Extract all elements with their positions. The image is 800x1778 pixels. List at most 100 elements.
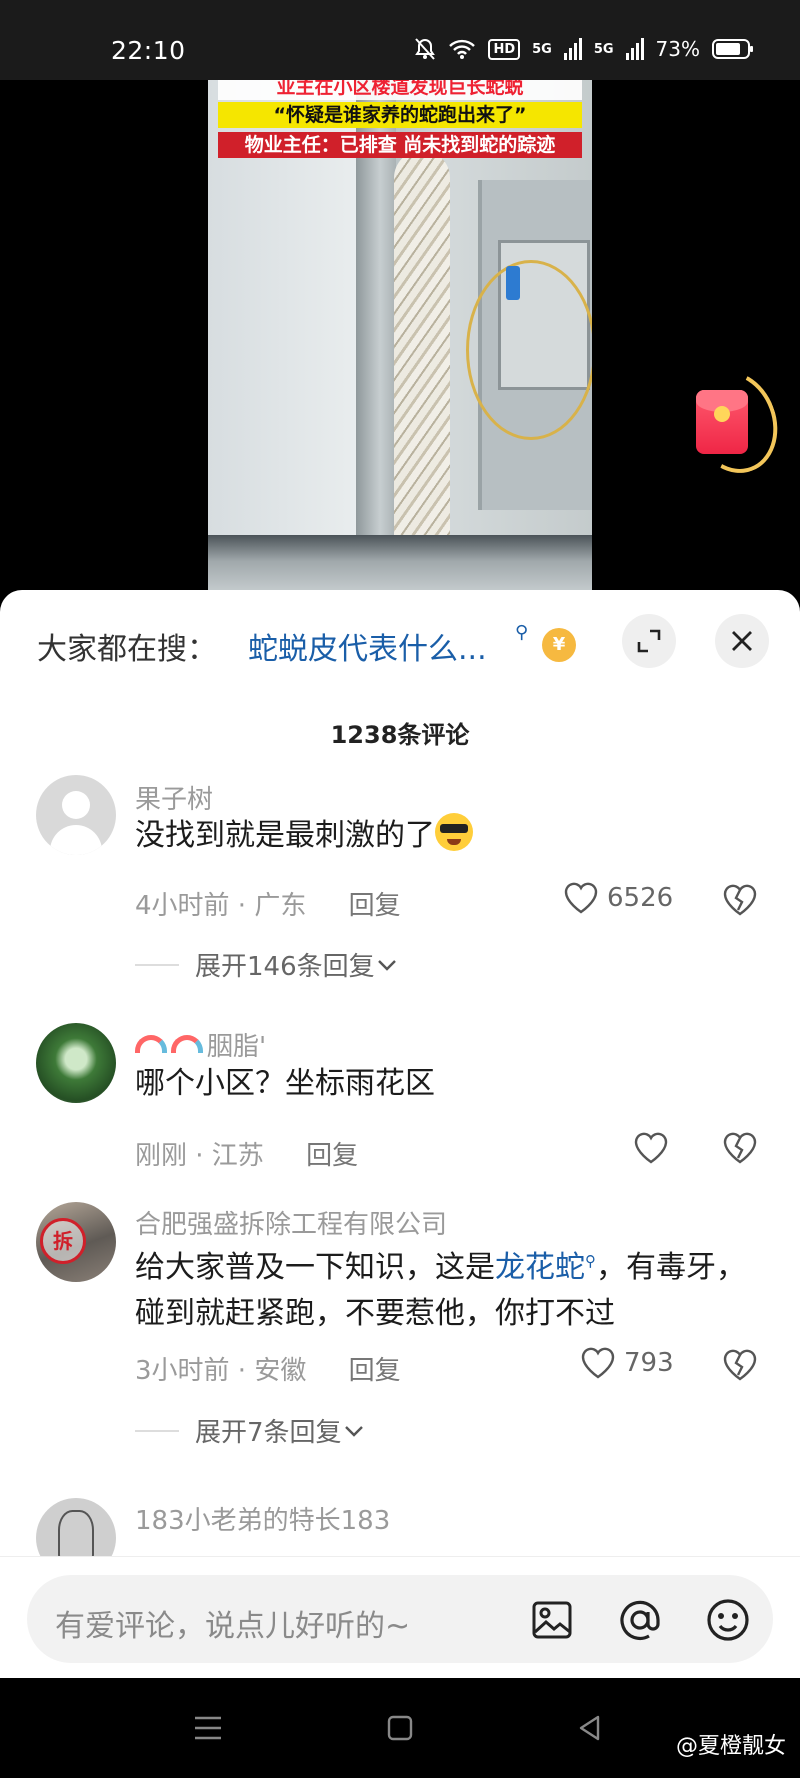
video-player[interactable]: 业主在小区楼道发现巨长蛇蜕 “怀疑是谁家养的蛇跑出来了” 物业主任：已排查 尚未… <box>0 80 800 600</box>
status-bar: 22:10 HD 5G 5G 73% <box>0 0 800 80</box>
comment-text: 给大家普及一下知识，这是龙花蛇⚲，有毒牙，碰到就赶紧跑，不要惹他，你打不过 <box>135 1238 765 1337</box>
comment-text: 哪个小区？坐标雨花区 <box>135 1066 435 1101</box>
video-caption-2: “怀疑是谁家养的蛇跑出来了” <box>218 102 582 128</box>
reply-button[interactable]: 回复 <box>349 891 401 921</box>
chevron-down-icon <box>377 959 396 971</box>
like-count: 793 <box>624 1348 674 1378</box>
broken-heart-icon <box>723 884 757 916</box>
dislike-button[interactable] <box>722 1131 758 1169</box>
avatar-body <box>50 825 102 855</box>
heart-icon <box>581 1347 615 1379</box>
heart-icon <box>564 882 598 914</box>
trending-search-bar: 大家都在搜： 蛇蜕皮代表什么... ⚲ ¥ <box>0 590 800 690</box>
dislike-button[interactable] <box>722 1348 758 1386</box>
status-icons: HD 5G 5G 73% <box>414 34 754 64</box>
comment-sheet: 大家都在搜： 蛇蜕皮代表什么... ⚲ ¥ 1238条评论 果子树 没找到就是最… <box>0 590 800 1678</box>
like-button[interactable] <box>633 1131 669 1165</box>
image-button[interactable] <box>529 1597 575 1643</box>
chevron-down-icon <box>344 1425 363 1437</box>
cool-sweat-emoji-icon <box>435 813 473 851</box>
avatar-stamp: 拆 <box>40 1218 86 1264</box>
trending-query-link[interactable]: 蛇蜕皮代表什么... <box>248 624 487 668</box>
comment-input[interactable]: 有爱评论，说点儿好听的~ <box>27 1575 773 1663</box>
video-caption-3: 物业主任：已排查 尚未找到蛇的踪迹 <box>218 132 582 158</box>
snake-skin <box>394 150 450 600</box>
close-icon <box>732 631 752 651</box>
signal-1-label: 5G <box>532 41 552 57</box>
back-triangle-icon <box>579 1715 600 1741</box>
signal-1-icon <box>563 38 582 60</box>
comment-author[interactable]: 合肥强盛拆除工程有限公司 <box>135 1204 447 1241</box>
watermark: @夏橙靓女 <box>675 1734 786 1759</box>
like-button[interactable]: 793 <box>580 1346 674 1380</box>
comment-meta: 3小时前 · 安徽 回复 <box>135 1350 401 1387</box>
comment-author[interactable]: 胭脂' <box>135 1026 266 1063</box>
mention-button[interactable] <box>617 1597 663 1643</box>
coin-icon: ¥ <box>542 628 576 662</box>
signal-2-icon <box>625 38 644 60</box>
menu-icon <box>195 1716 221 1740</box>
hd-badge: HD <box>488 38 521 60</box>
avatar-head <box>62 791 90 819</box>
signal-2-label: 5G <box>593 41 614 57</box>
square-home-icon <box>387 1715 413 1741</box>
rainbow-icon <box>135 1035 167 1053</box>
divider-line <box>135 963 179 966</box>
comment-text-content: 没找到就是最刺激的了 <box>135 818 435 853</box>
at-icon <box>620 1600 660 1640</box>
connector <box>506 266 520 300</box>
comment-input-bar: 有爱评论，说点儿好听的~ <box>0 1556 800 1678</box>
reply-button[interactable]: 回复 <box>349 1356 401 1386</box>
rainbow-icon <box>171 1035 203 1053</box>
like-count: 6526 <box>607 883 674 913</box>
expand-replies-button[interactable]: 展开146条回复 <box>135 946 399 983</box>
dislike-button[interactable] <box>722 883 758 921</box>
broken-heart-icon <box>723 1349 757 1381</box>
search-icon: ⚲ <box>515 622 529 643</box>
comment-time-location: 4小时前 · 广东 <box>135 891 307 921</box>
avatar-doodle <box>58 1510 94 1560</box>
comment-meta: 刚刚 · 江苏 回复 <box>135 1135 358 1172</box>
comment-count: 1238条评论 <box>330 721 470 749</box>
mute-icon <box>414 37 436 61</box>
close-button[interactable] <box>715 614 769 668</box>
menu-nav-button[interactable] <box>188 1708 228 1748</box>
avatar[interactable] <box>36 1023 116 1103</box>
like-button[interactable]: 6526 <box>563 881 673 915</box>
comment-text-pre: 给大家普及一下知识，这是 <box>135 1250 495 1285</box>
heart-icon <box>634 1132 668 1164</box>
reply-button[interactable]: 回复 <box>306 1141 358 1171</box>
comment-author[interactable]: 果子树 <box>135 779 213 816</box>
system-nav-bar: @夏橙靓女 <box>0 1678 800 1778</box>
comment-author[interactable]: 183小老弟的特长183 <box>135 1500 390 1537</box>
home-nav-button[interactable] <box>380 1708 420 1748</box>
comment-author-name: 胭脂' <box>207 1032 267 1062</box>
smiley-icon <box>707 1599 749 1641</box>
cable <box>466 260 592 440</box>
back-nav-button[interactable] <box>570 1708 610 1748</box>
avatar[interactable] <box>36 775 116 855</box>
emoji-button[interactable] <box>705 1597 751 1643</box>
wall <box>208 80 358 600</box>
broken-heart-icon <box>723 1132 757 1164</box>
comment-meta: 4小时前 · 广东 回复 <box>135 885 401 922</box>
expand-replies-button[interactable]: 展开7条回复 <box>135 1412 366 1449</box>
status-time: 22:10 <box>111 36 186 65</box>
red-packet-button[interactable] <box>676 358 792 486</box>
expand-button[interactable] <box>622 614 676 668</box>
search-icon: ⚲ <box>585 1252 596 1270</box>
keyword-link[interactable]: 龙花蛇 <box>495 1250 585 1285</box>
red-packet-coin <box>714 406 730 422</box>
door-frame <box>356 80 396 600</box>
comment-time-location: 3小时前 · 安徽 <box>135 1356 307 1386</box>
video-caption-1: 业主在小区楼道发现巨长蛇蜕 <box>218 80 582 100</box>
avatar[interactable]: 拆 <box>36 1202 116 1282</box>
comment-input-placeholder: 有爱评论，说点儿好听的~ <box>55 1609 411 1644</box>
expand-icon <box>637 629 661 653</box>
battery-percent: 73% <box>655 37 700 61</box>
wifi-icon <box>448 38 476 60</box>
image-icon <box>532 1601 572 1639</box>
comment-text: 没找到就是最刺激的了 <box>135 813 765 859</box>
trending-label: 大家都在搜： <box>37 632 217 667</box>
battery-icon <box>712 38 754 60</box>
